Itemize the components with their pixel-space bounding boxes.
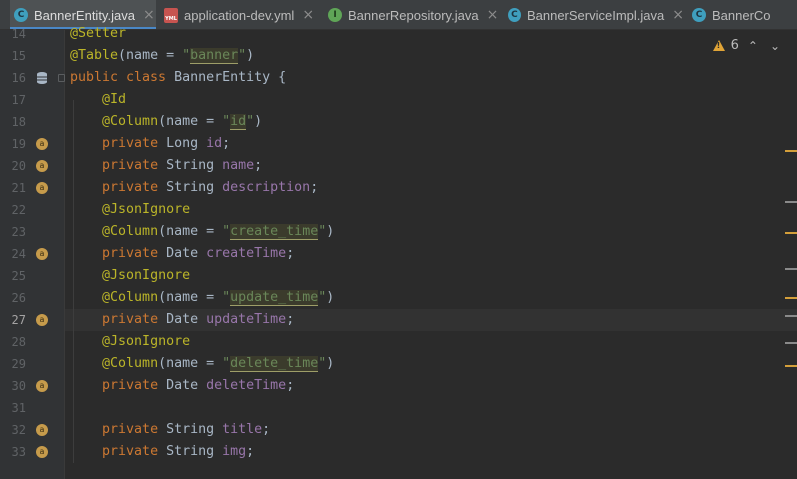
line-number: 27 (11, 313, 26, 327)
line-number: 22 (11, 203, 26, 217)
warning-icon (712, 40, 725, 51)
code-text: @Column(name = "update_time") (102, 290, 335, 306)
class-icon: C (692, 8, 706, 22)
field-icon[interactable]: a (36, 160, 48, 172)
field-icon[interactable]: a (36, 446, 48, 458)
line-number: 29 (11, 357, 26, 371)
code-text: @Id (102, 92, 127, 107)
code-line: 14 @Setter (0, 23, 797, 45)
code-text: @JsonIgnore (102, 268, 191, 283)
tab-label: application-dev.yml (184, 7, 295, 23)
code-text: private Long id; (102, 136, 231, 151)
line-number: 31 (11, 401, 26, 415)
code-line: 26 @Column(name = "update_time") (0, 287, 797, 309)
line-number: 32 (11, 423, 26, 437)
scroll-marker[interactable] (785, 315, 797, 317)
scroll-marker[interactable] (785, 268, 797, 270)
class-icon: C (508, 8, 521, 22)
code-line: 29 @Column(name = "delete_time") (0, 353, 797, 375)
code-text: private String description; (102, 180, 319, 195)
code-text: private Date createTime; (102, 246, 295, 261)
warning-marker[interactable] (785, 150, 797, 152)
code-line: 28 @JsonIgnore (0, 331, 797, 353)
close-icon[interactable]: × (487, 7, 499, 23)
code-line: 31 (0, 397, 797, 419)
code-line: 25 @JsonIgnore (0, 265, 797, 287)
code-line: 19 a private Long id; (0, 133, 797, 155)
interface-icon: I (328, 8, 342, 22)
warning-marker[interactable] (785, 232, 797, 234)
line-number: 18 (11, 115, 26, 129)
field-icon[interactable]: a (36, 248, 48, 260)
code-text: @Column(name = "create_time") (102, 224, 335, 240)
code-line: 22 @JsonIgnore (0, 199, 797, 221)
code-text: @Column(name = "delete_time") (102, 356, 335, 372)
line-number: 17 (11, 93, 26, 107)
code-text: private Date updateTime; (102, 312, 295, 327)
fold-icon[interactable] (58, 74, 65, 82)
line-number: 24 (11, 247, 26, 261)
field-icon[interactable]: a (36, 424, 48, 436)
tab-label: BannerServiceImpl.java (526, 7, 665, 23)
line-number: 25 (11, 269, 26, 283)
scroll-marker[interactable] (785, 201, 797, 203)
code-text: @Setter (70, 26, 127, 41)
close-icon[interactable]: × (672, 7, 684, 23)
warning-count: 6 (730, 38, 739, 53)
line-number: 14 (11, 27, 26, 41)
line-number: 26 (11, 291, 26, 305)
close-icon[interactable]: × (143, 7, 155, 23)
line-number: 15 (11, 49, 26, 63)
code-line: 18 @Column(name = "id") (0, 111, 797, 133)
code-line: 15 @Table(name = "banner") (0, 45, 797, 67)
close-icon[interactable]: × (302, 7, 314, 23)
code-text: @JsonIgnore (102, 202, 191, 217)
next-highlight-icon[interactable]: ⌄ (767, 39, 783, 53)
code-line: 20 a private String name; (0, 155, 797, 177)
tab-label: BannerRepository.java (348, 7, 479, 23)
code-text: private String name; (102, 158, 263, 173)
line-number: 19 (11, 137, 26, 151)
code-line: 30 a private Date deleteTime; (0, 375, 797, 397)
field-icon[interactable]: a (36, 380, 48, 392)
previous-highlight-icon[interactable]: ⌃ (745, 39, 761, 53)
warning-marker[interactable] (785, 297, 797, 299)
code-text: @Column(name = "id") (102, 114, 263, 130)
code-text: private String title; (102, 422, 271, 437)
code-text: private Date deleteTime; (102, 378, 295, 393)
field-icon[interactable]: a (36, 314, 48, 326)
line-number: 23 (11, 225, 26, 239)
line-number: 30 (11, 379, 26, 393)
tab-label: BannerCo (712, 7, 771, 23)
class-icon: C (14, 8, 28, 22)
inspection-widget[interactable]: 6 ⌃ ⌄ (712, 38, 783, 53)
line-number: 20 (11, 159, 26, 173)
key-field-icon[interactable]: a (36, 138, 48, 150)
code-text: private String img; (102, 444, 255, 459)
code-line-current: 27 a private Date updateTime; (0, 309, 797, 331)
code-text: @JsonIgnore (102, 334, 191, 349)
warning-marker[interactable] (785, 365, 797, 367)
code-text: @Table(name = "banner") (70, 48, 255, 64)
code-text: public class BannerEntity { (70, 70, 287, 85)
yml-icon: YML (164, 7, 178, 23)
code-line: 16 public class BannerEntity { (0, 67, 797, 89)
tab-label: BannerEntity.java (34, 7, 135, 23)
database-table-icon[interactable] (36, 71, 48, 85)
line-number: 16 (11, 71, 26, 85)
code-line: 33 a private String img; (0, 441, 797, 463)
line-number: 33 (11, 445, 26, 459)
code-line: 24 a private Date createTime; (0, 243, 797, 265)
code-line: 32 a private String title; (0, 419, 797, 441)
scroll-marker[interactable] (785, 342, 797, 344)
code-line: 23 @Column(name = "create_time") (0, 221, 797, 243)
field-icon[interactable]: a (36, 182, 48, 194)
code-line: 21 a private String description; (0, 177, 797, 199)
line-number: 21 (11, 181, 26, 195)
line-number: 28 (11, 335, 26, 349)
code-line: 17 @Id (0, 89, 797, 111)
